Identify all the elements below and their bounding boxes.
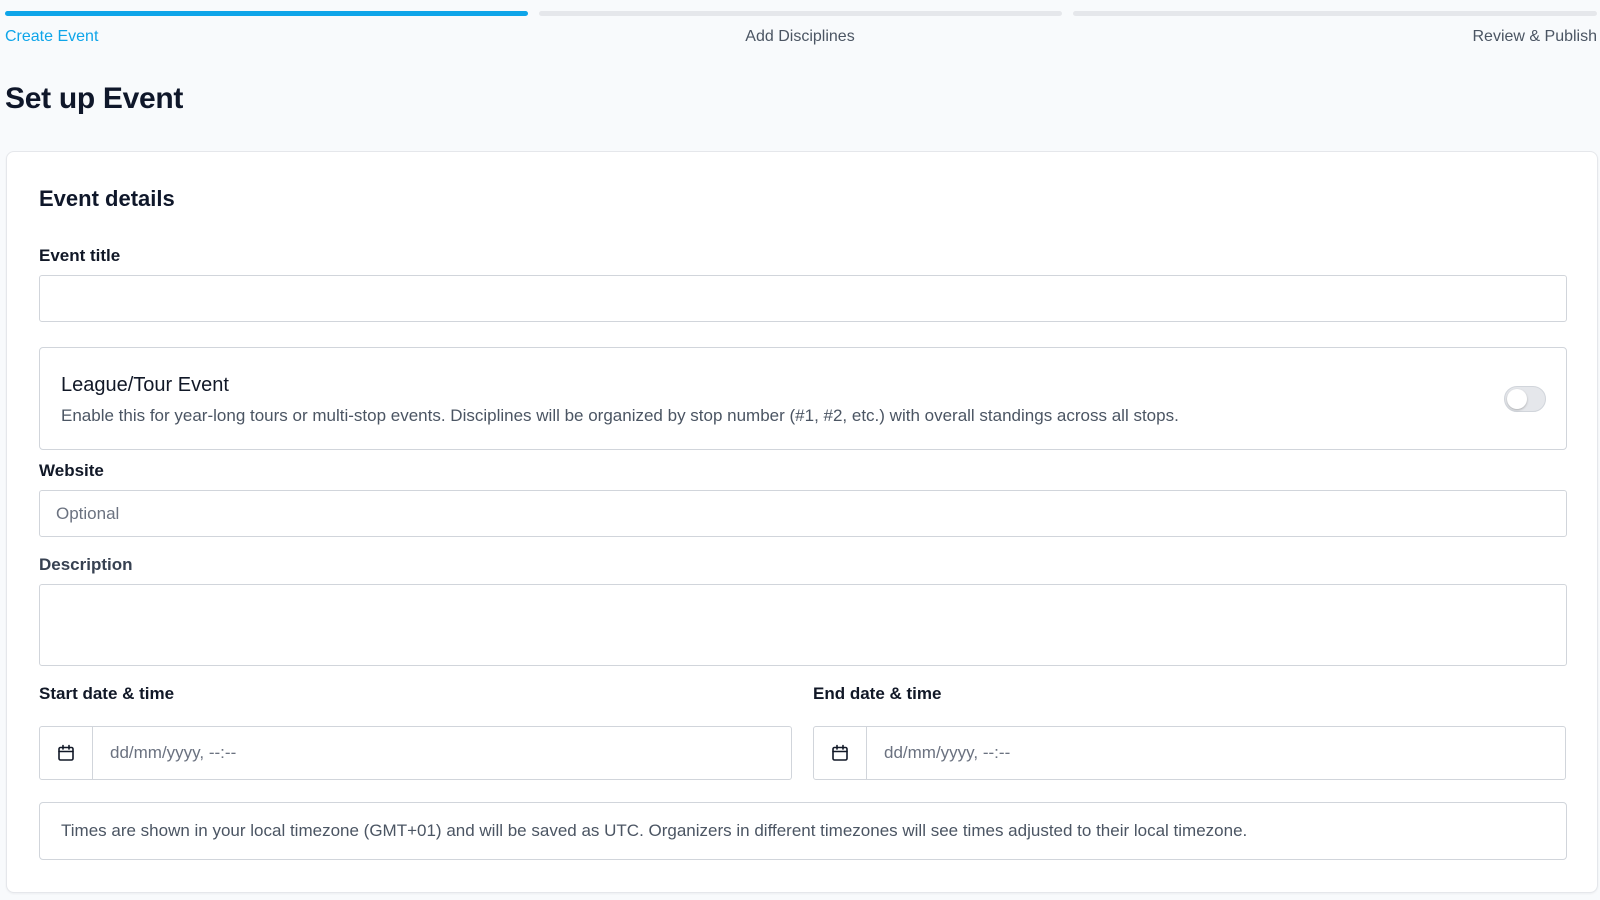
section-heading: Event details <box>39 186 175 211</box>
step-create-event[interactable]: Create Event <box>5 28 98 46</box>
event-details-card: Event details Event title League/Tour Ev… <box>6 151 1598 893</box>
page-title: Set up Event <box>5 82 184 115</box>
description-label: Description <box>39 555 133 574</box>
progress-stepper: Create Event Add Disciplines Review & Pu… <box>5 11 1597 51</box>
start-calendar-button[interactable] <box>40 727 93 779</box>
calendar-icon <box>832 744 848 761</box>
end-calendar-button[interactable] <box>814 727 867 779</box>
event-title-label: Event title <box>39 246 121 265</box>
start-datetime-label: Start date & time <box>39 684 175 703</box>
step-progress-bar-create-event <box>5 11 528 16</box>
league-tour-description: Enable this for year-long tours or multi… <box>61 406 1179 425</box>
league-tour-title: League/Tour Event <box>61 374 229 396</box>
toggle-knob <box>1507 389 1527 409</box>
step-review-publish[interactable]: Review & Publish <box>1473 28 1598 46</box>
step-add-disciplines[interactable]: Add Disciplines <box>745 28 854 46</box>
step-progress-bar-review-publish <box>1073 11 1597 16</box>
end-datetime-label: End date & time <box>813 684 942 703</box>
league-tour-setting: League/Tour Event Enable this for year-l… <box>39 347 1567 450</box>
end-datetime-placeholder: dd/mm/yyyy, --:-- <box>884 743 1011 762</box>
create-event-page: Create Event Add Disciplines Review & Pu… <box>0 0 1600 900</box>
end-datetime-input[interactable]: dd/mm/yyyy, --:-- <box>813 726 1566 780</box>
timezone-note: Times are shown in your local timezone (… <box>39 802 1567 860</box>
website-label: Website <box>39 461 104 480</box>
event-title-input[interactable] <box>39 275 1567 322</box>
start-datetime-input[interactable]: dd/mm/yyyy, --:-- <box>39 726 792 780</box>
step-progress-bar-add-disciplines <box>539 11 1062 16</box>
league-tour-toggle[interactable] <box>1504 386 1546 412</box>
description-textarea[interactable] <box>39 584 1567 666</box>
website-input[interactable] <box>39 490 1567 537</box>
calendar-icon <box>58 744 74 761</box>
start-datetime-placeholder: dd/mm/yyyy, --:-- <box>110 743 237 762</box>
